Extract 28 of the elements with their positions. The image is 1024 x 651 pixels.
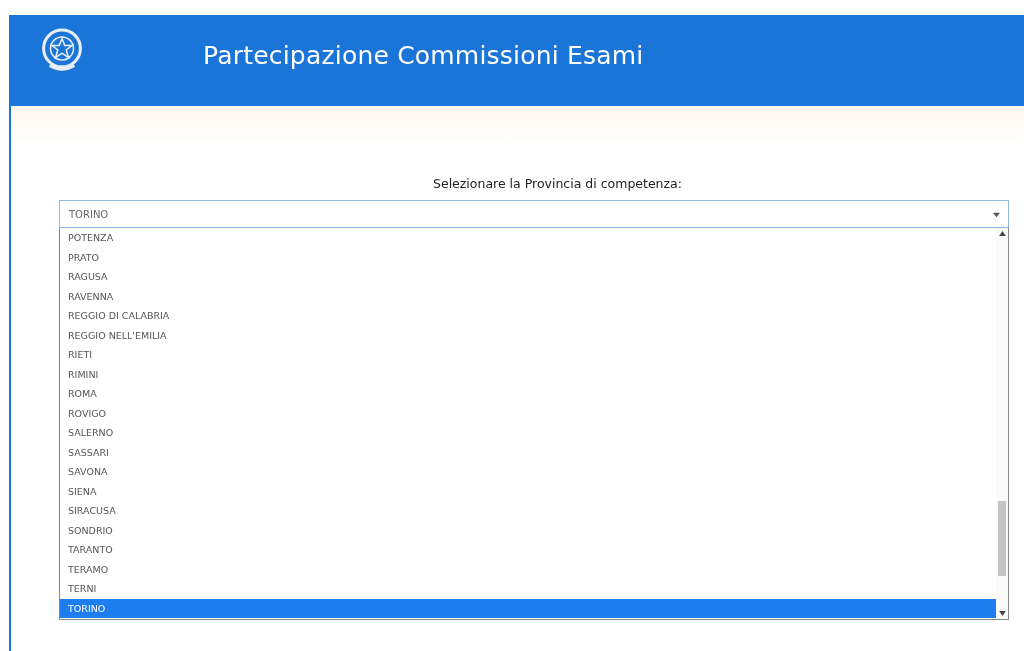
option-item[interactable]: ROVIGO [60, 403, 996, 423]
option-item[interactable]: ROMA [60, 384, 996, 404]
option-item[interactable]: SIRACUSA [60, 501, 996, 521]
option-item[interactable]: TERAMO [60, 559, 996, 579]
option-item[interactable]: SIENA [60, 481, 996, 501]
option-item[interactable]: PRATO [60, 247, 996, 267]
option-item[interactable]: TORINO [60, 598, 996, 618]
option-item[interactable]: SONDRIO [60, 520, 996, 540]
option-item[interactable]: TARANTO [60, 540, 996, 560]
scroll-down-icon[interactable] [998, 611, 1006, 616]
option-item[interactable]: RAVENNA [60, 286, 996, 306]
option-item[interactable]: RIMINI [60, 364, 996, 384]
option-item[interactable]: SAVONA [60, 462, 996, 482]
caret-icon [993, 210, 1000, 218]
scrollbar[interactable] [996, 228, 1008, 619]
option-item[interactable]: REGGIO NELL'EMILIA [60, 325, 996, 345]
scroll-up-icon[interactable] [998, 231, 1006, 236]
option-item[interactable]: RAGUSA [60, 267, 996, 287]
option-item[interactable]: TERNI [60, 579, 996, 599]
option-item[interactable]: RIETI [60, 345, 996, 365]
option-item[interactable]: SALERNO [60, 423, 996, 443]
option-item[interactable]: SASSARI [60, 442, 996, 462]
option-item[interactable]: POTENZA [60, 228, 996, 248]
page-title: Partecipazione Commissioni Esami [203, 41, 644, 70]
province-select[interactable]: TORINO [59, 200, 1009, 228]
option-item[interactable]: REGGIO DI CALABRIA [60, 306, 996, 326]
province-label: Selezionare la Provincia di competenza: [433, 176, 682, 191]
scroll-thumb[interactable] [998, 501, 1006, 576]
